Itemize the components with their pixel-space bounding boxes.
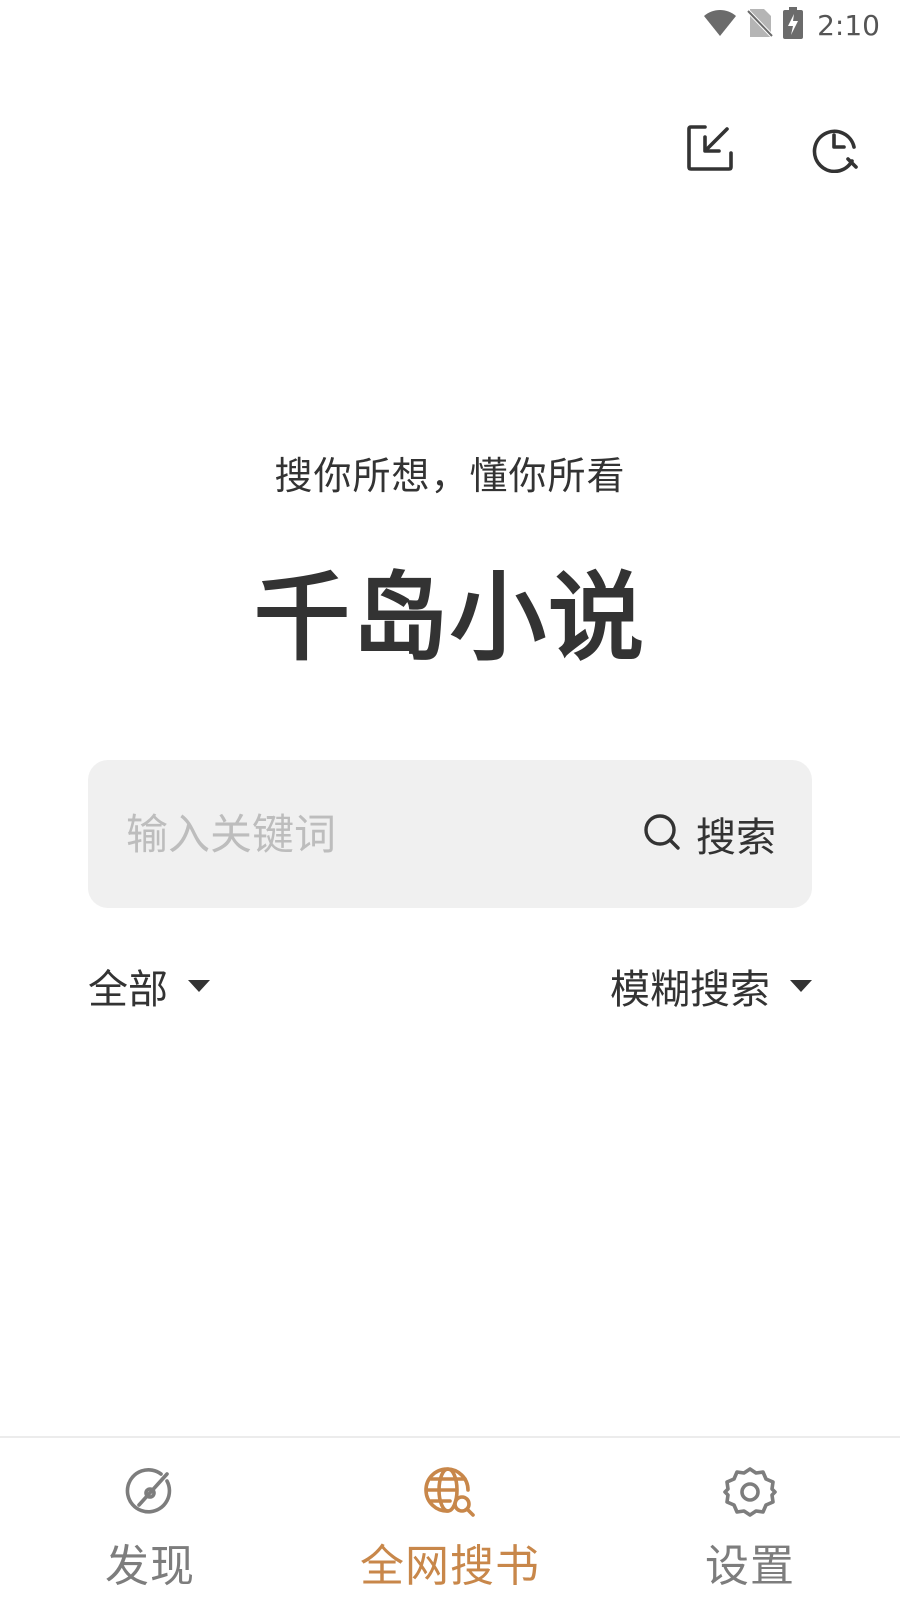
status-icons: 2:10	[703, 7, 880, 43]
search-mode-dropdown[interactable]: 模糊搜索	[610, 958, 812, 1014]
nav-item-web-search[interactable]: 全网搜书	[300, 1438, 600, 1600]
nav-label-settings: 设置	[705, 1541, 795, 1592]
nav-label-discover: 发现	[105, 1541, 195, 1592]
nav-item-discover[interactable]: 发现	[0, 1438, 300, 1600]
slogan: 搜你所想，懂你所看	[274, 454, 626, 498]
caret-down-icon	[790, 980, 812, 992]
settings-gear-icon	[720, 1462, 780, 1522]
status-time: 2:10	[817, 8, 880, 42]
bottom-nav: 发现 全网搜书 设置	[0, 1436, 900, 1600]
search-box: 搜索	[88, 760, 812, 908]
battery-charging-icon	[783, 7, 804, 43]
discover-compass-icon	[120, 1462, 180, 1522]
search-button[interactable]: 搜索	[642, 760, 776, 908]
status-bar: 2:10	[0, 0, 900, 50]
import-book-icon	[685, 123, 735, 177]
caret-down-icon	[188, 980, 210, 992]
app-title: 千岛小说	[254, 562, 646, 674]
history-button[interactable]	[805, 120, 865, 180]
web-search-globe-icon	[420, 1462, 480, 1522]
search-icon	[642, 812, 682, 856]
import-book-button[interactable]	[680, 120, 740, 180]
app-screen: 2:10 搜你所想，懂你所看 千岛小说 输入关键词 搜索 全部 模糊搜索 发现 …	[0, 0, 900, 1600]
no-sim-icon	[746, 8, 774, 42]
wifi-icon	[703, 9, 737, 41]
nav-label-web-search: 全网搜书	[360, 1541, 540, 1592]
search-input[interactable]	[126, 760, 586, 908]
search-button-label: 搜索	[696, 815, 776, 861]
search-mode-label: 模糊搜索	[610, 967, 770, 1013]
nav-item-settings[interactable]: 设置	[600, 1438, 900, 1600]
scope-filter-dropdown[interactable]: 全部	[88, 958, 210, 1014]
history-clock-icon	[810, 123, 860, 177]
scope-filter-label: 全部	[88, 967, 168, 1013]
